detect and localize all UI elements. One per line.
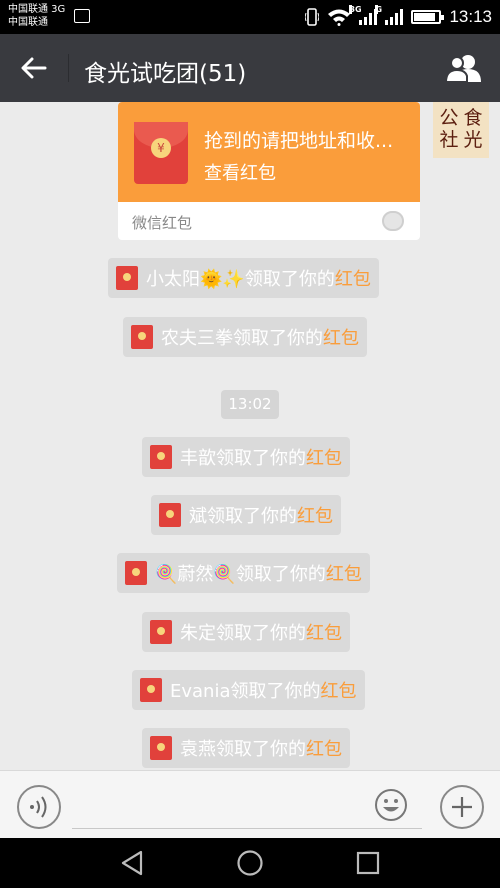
signal-label-1: 3G	[349, 5, 362, 14]
red-envelope-icon: ¥	[134, 122, 188, 184]
input-bar	[0, 770, 500, 838]
notice-suffix: 领取了你的	[233, 328, 323, 349]
carrier-line-2: 中国联通	[8, 17, 48, 28]
notice-text: 农夫三拳领取了你的红包	[161, 324, 359, 350]
nav-back-button[interactable]	[117, 848, 147, 878]
notice-link[interactable]: 红包	[306, 623, 342, 644]
red-packet-action: 查看红包	[204, 163, 276, 184]
time-divider: 13:02	[221, 390, 279, 419]
notice-name: 丰歆	[180, 448, 216, 469]
nav-recents-button[interactable]	[353, 848, 383, 878]
notice-link[interactable]: 红包	[321, 681, 357, 702]
battery-icon	[411, 10, 445, 24]
wechat-pay-icon	[382, 211, 404, 231]
voice-icon	[30, 796, 47, 818]
notice-link[interactable]: 红包	[306, 448, 342, 469]
header-divider	[68, 54, 69, 82]
triangle-back-icon	[121, 850, 143, 876]
red-packet-text: 抢到的请把地址和收...	[204, 130, 394, 152]
back-button[interactable]	[14, 48, 54, 88]
notice-name: 袁燕	[180, 739, 216, 760]
system-notice: 朱定领取了你的红包	[142, 612, 350, 652]
notice-name: 小太阳🌞✨	[146, 269, 245, 290]
emoji-button[interactable]	[373, 787, 409, 823]
notice-link[interactable]: 红包	[306, 739, 342, 760]
message-input[interactable]	[72, 787, 422, 829]
avatar-char: 公	[439, 107, 459, 129]
notice-link[interactable]: 红包	[335, 269, 371, 290]
voice-button[interactable]	[17, 785, 61, 829]
carrier-info: 中国联通 3G 中国联通	[8, 3, 65, 29]
battery-fill	[414, 13, 436, 21]
system-nav-bar	[0, 838, 500, 888]
system-notice: Evania领取了你的红包	[132, 670, 365, 710]
red-packet-message[interactable]: ¥ 抢到的请把地址和收... 查看红包 微信红包	[118, 102, 420, 240]
more-button[interactable]	[440, 785, 484, 829]
notice-suffix: 领取了你的	[244, 269, 335, 290]
red-envelope-icon	[150, 736, 172, 760]
avatar-char: 社	[439, 129, 459, 151]
notice-link[interactable]: 红包	[326, 564, 362, 585]
people-icon	[445, 55, 481, 82]
notice-name: 🍭蔚然🍭	[155, 564, 236, 585]
notice-suffix: 领取了你的	[216, 448, 306, 469]
notice-text: 🍭蔚然🍭领取了你的红包	[155, 560, 362, 586]
system-notice: 🍭蔚然🍭领取了你的红包	[117, 553, 370, 593]
system-notice: 丰歆领取了你的红包	[142, 437, 350, 477]
group-members-button[interactable]	[444, 48, 484, 88]
carrier-line-1: 中国联通 3G	[8, 4, 66, 15]
smiley-icon	[375, 789, 407, 821]
image-icon	[74, 9, 90, 23]
red-envelope-icon	[150, 445, 172, 469]
red-packet-label: 微信红包	[132, 214, 193, 232]
notice-text: 袁燕领取了你的红包	[180, 735, 342, 761]
signal-icon-2: G	[375, 5, 404, 25]
avatar-char: 食	[463, 107, 483, 129]
avatar-char: 光	[463, 129, 483, 151]
notice-text: 丰歆领取了你的红包	[180, 444, 342, 470]
system-notice: 小太阳🌞✨领取了你的红包	[108, 258, 379, 298]
red-envelope-icon	[140, 678, 162, 702]
notice-name: 朱定	[180, 623, 216, 644]
arrow-left-icon	[21, 57, 47, 79]
red-envelope-icon	[150, 620, 172, 644]
square-recents-icon	[356, 851, 380, 875]
notice-text: 小太阳🌞✨领取了你的红包	[146, 265, 371, 291]
red-packet-top: ¥ 抢到的请把地址和收... 查看红包	[118, 102, 420, 202]
notice-suffix: 领取了你的	[216, 623, 306, 644]
notice-name: 农夫三拳	[161, 328, 233, 349]
coin-icon: ¥	[151, 138, 171, 158]
signal-label-2: G	[375, 5, 383, 14]
avatar[interactable]: 公 食 社 光	[433, 102, 489, 158]
notice-name: Evania	[170, 681, 231, 702]
notice-text: Evania领取了你的红包	[170, 677, 357, 703]
notice-suffix: 领取了你的	[216, 739, 306, 760]
plus-icon	[452, 797, 472, 817]
notice-link[interactable]: 红包	[297, 506, 333, 527]
notice-text: 斌领取了你的红包	[189, 502, 333, 528]
chat-messages[interactable]: ¥ 抢到的请把地址和收... 查看红包 微信红包 公 食 社 光 小太阳🌞✨领取…	[0, 102, 500, 770]
red-envelope-icon	[159, 503, 181, 527]
chat-header: 食光试吃团(51)	[0, 34, 500, 102]
notice-suffix: 领取了你的	[235, 564, 326, 585]
system-notice: 农夫三拳领取了你的红包	[123, 317, 367, 357]
system-notice: 袁燕领取了你的红包	[142, 728, 350, 768]
status-bar: 中国联通 3G 中国联通 3G G 13:13	[0, 0, 500, 34]
circle-home-icon	[237, 850, 263, 876]
system-notice: 斌领取了你的红包	[151, 495, 341, 535]
red-envelope-icon	[125, 561, 147, 585]
notice-name: 斌	[189, 506, 207, 527]
chat-title: 食光试吃团(51)	[84, 61, 247, 87]
red-envelope-icon	[116, 266, 138, 290]
notice-text: 朱定领取了你的红包	[180, 619, 342, 645]
status-clock: 13:13	[449, 7, 492, 26]
vibrate-icon	[305, 8, 320, 26]
nav-home-button[interactable]	[235, 848, 265, 878]
wifi-icon	[328, 9, 351, 26]
notice-suffix: 领取了你的	[207, 506, 297, 527]
notice-link[interactable]: 红包	[323, 328, 359, 349]
notice-suffix: 领取了你的	[230, 681, 321, 702]
red-packet-footer: 微信红包	[118, 202, 420, 240]
red-envelope-icon	[131, 325, 153, 349]
